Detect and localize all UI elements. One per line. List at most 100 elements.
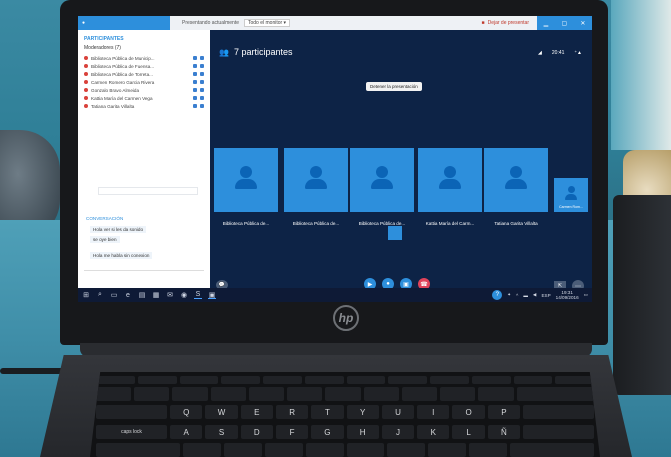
chat-input[interactable] xyxy=(84,270,204,282)
language-indicator[interactable]: ESP xyxy=(541,293,550,298)
key[interactable] xyxy=(346,376,386,384)
shift-key[interactable] xyxy=(96,443,180,457)
shift-key-right[interactable] xyxy=(510,443,594,457)
key[interactable] xyxy=(137,376,177,384)
participant-item[interactable]: Carmen Romero Garcia Rivera xyxy=(78,78,210,86)
key[interactable] xyxy=(221,376,260,384)
key[interactable] xyxy=(172,387,208,401)
key[interactable] xyxy=(513,376,553,384)
key[interactable] xyxy=(223,443,262,457)
participant-item[interactable]: Tatiana Garita Villalta xyxy=(78,102,210,110)
key[interactable] xyxy=(346,443,385,457)
participant-tile[interactable]: Biblioteca Pública de... xyxy=(284,148,348,226)
key[interactable] xyxy=(248,387,285,401)
store-icon[interactable]: ▦ xyxy=(152,291,160,299)
screen-select[interactable]: Todo el monitor ▾ xyxy=(243,19,291,27)
task-view-icon[interactable]: ▭ xyxy=(110,291,118,299)
key[interactable] xyxy=(304,376,344,384)
up-arrow-icon[interactable]: ^ xyxy=(516,293,518,298)
close-icon[interactable]: ✕ xyxy=(580,20,585,27)
participant-icons xyxy=(193,72,204,76)
help-icon[interactable]: ? xyxy=(492,290,503,300)
key[interactable] xyxy=(96,376,135,384)
app-icon[interactable]: ▣ xyxy=(208,291,216,299)
start-icon[interactable]: ⊞ xyxy=(82,291,90,299)
key-g[interactable]: G xyxy=(311,425,344,439)
key-enye[interactable]: Ñ xyxy=(487,425,521,439)
participant-item[interactable]: Biblioteca Pública de Torreta... xyxy=(78,70,210,78)
key-i[interactable]: I xyxy=(417,405,450,419)
person-icon[interactable]: ✦ xyxy=(507,292,511,298)
key-j[interactable]: J xyxy=(381,425,415,439)
participant-tile-overflow[interactable]: Carmen Rom... xyxy=(554,178,588,212)
enter-key[interactable] xyxy=(523,405,595,419)
add-participant-icon[interactable]: ⁺▲ xyxy=(574,50,582,56)
key-t[interactable]: T xyxy=(311,405,344,419)
participant-item[interactable]: Gonzalo Bravo Almeida xyxy=(78,86,210,94)
chrome-icon[interactable]: ◉ xyxy=(180,291,188,299)
key[interactable] xyxy=(134,387,170,401)
participant-item[interactable]: Biblioteca Pública de Fuensa... xyxy=(78,62,210,70)
key-f[interactable]: F xyxy=(275,425,309,439)
folder-icon[interactable]: ▤ xyxy=(138,291,146,299)
participant-item[interactable]: Biblioteca Pública de Municip... xyxy=(78,54,210,62)
key[interactable] xyxy=(287,387,323,401)
key[interactable] xyxy=(387,443,426,457)
key-w[interactable]: W xyxy=(205,405,238,419)
key[interactable] xyxy=(264,443,303,457)
key[interactable] xyxy=(469,443,508,457)
caps-lock-key[interactable]: caps lock xyxy=(96,425,168,439)
mail-icon[interactable]: ✉ xyxy=(166,291,174,299)
participant-tile[interactable]: Biblioteca Pública de... xyxy=(350,148,414,226)
key-r[interactable]: R xyxy=(275,405,309,419)
backspace-key[interactable] xyxy=(516,387,595,401)
maximize-icon[interactable]: ▢ xyxy=(561,20,567,27)
key[interactable] xyxy=(478,387,514,401)
stop-presenting-button[interactable]: ■ Dejar de presentar xyxy=(482,20,529,26)
key[interactable] xyxy=(325,387,361,401)
key[interactable] xyxy=(363,387,399,401)
participant-tile[interactable]: Tatiana Garita Villalta xyxy=(484,148,548,226)
key-a[interactable]: A xyxy=(170,425,203,439)
key[interactable] xyxy=(182,443,221,457)
key[interactable] xyxy=(401,387,438,401)
clock[interactable]: 19:31 14/09/2016 xyxy=(556,290,579,300)
participant-item[interactable]: Kattia María del Carmen Vega xyxy=(78,94,210,102)
key[interactable] xyxy=(471,376,511,384)
key[interactable] xyxy=(210,387,246,401)
participant-tile[interactable]: Kattia María del Carm... xyxy=(418,148,482,226)
key-e[interactable]: E xyxy=(240,405,273,419)
key-d[interactable]: D xyxy=(240,425,273,439)
participants-icon[interactable]: 👥 xyxy=(219,48,229,57)
key[interactable] xyxy=(388,376,427,384)
key[interactable] xyxy=(179,376,219,384)
key-h[interactable]: H xyxy=(346,425,379,439)
key[interactable] xyxy=(96,387,132,401)
key[interactable] xyxy=(263,376,302,384)
key-o[interactable]: O xyxy=(452,405,485,419)
tile-name: Kattia María del Carm... xyxy=(425,221,475,226)
key-y[interactable]: Y xyxy=(346,405,379,419)
volume-icon[interactable]: ◀ xyxy=(533,292,537,298)
notifications-icon[interactable]: ▭ xyxy=(584,292,588,298)
key-l[interactable]: L xyxy=(452,425,485,439)
key-q[interactable]: Q xyxy=(170,405,203,419)
key-u[interactable]: U xyxy=(381,405,415,419)
search-icon[interactable]: ⌕ xyxy=(96,291,104,299)
key[interactable] xyxy=(523,425,595,439)
key[interactable] xyxy=(440,387,476,401)
edge-icon[interactable]: e xyxy=(124,291,132,299)
key-p[interactable]: P xyxy=(487,405,521,419)
key[interactable] xyxy=(430,376,469,384)
key[interactable] xyxy=(428,443,467,457)
skype-icon[interactable]: S xyxy=(194,291,202,299)
key[interactable] xyxy=(555,376,594,384)
key[interactable] xyxy=(305,443,344,457)
self-preview[interactable] xyxy=(388,226,402,240)
tab-key[interactable] xyxy=(96,405,168,419)
network-icon[interactable]: ▬ xyxy=(523,293,528,298)
participant-tile[interactable]: Biblioteca Pública de... xyxy=(214,148,278,226)
key-s[interactable]: S xyxy=(205,425,238,439)
key-k[interactable]: K xyxy=(417,425,450,439)
minimize-icon[interactable]: ▁ xyxy=(544,20,549,27)
